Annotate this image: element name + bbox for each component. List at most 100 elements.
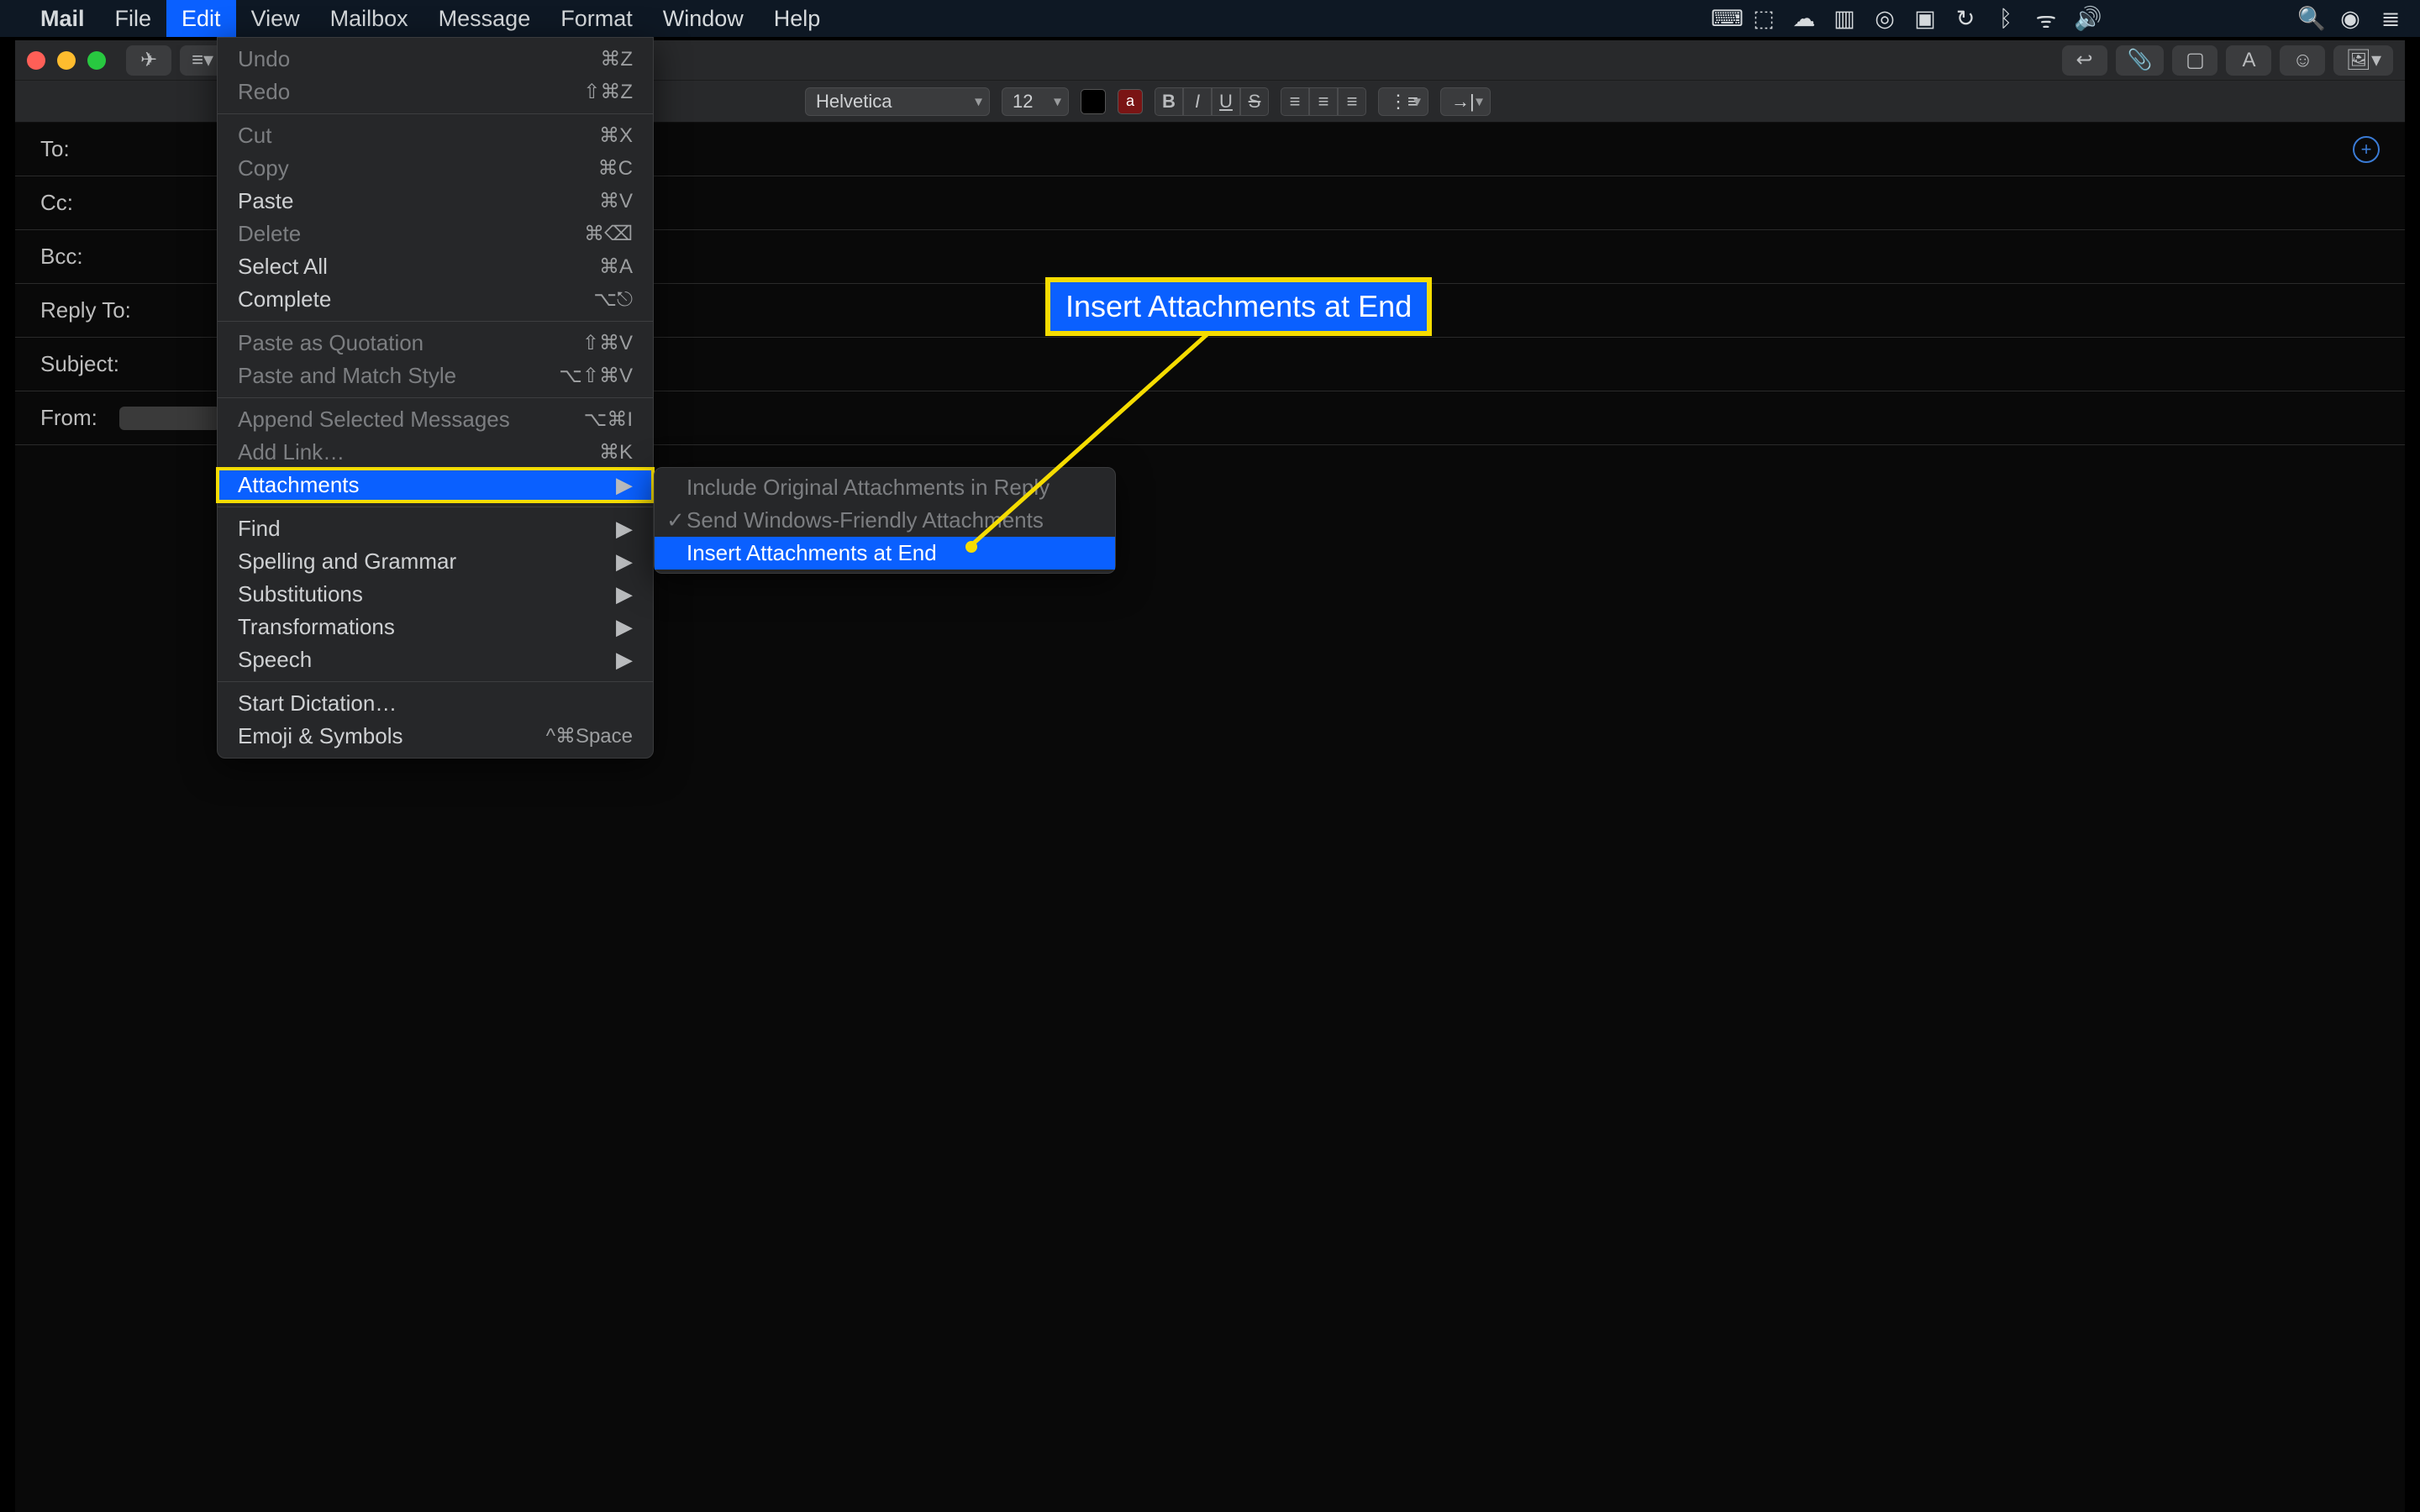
- menu-item-cut: Cut ⌘X: [218, 119, 653, 152]
- menu-item-shortcut: ⌥⇧⌘V: [559, 364, 633, 388]
- menu-item-label: Paste as Quotation: [238, 330, 424, 356]
- volume-icon[interactable]: 🔊: [2074, 5, 2099, 32]
- creative-cloud-icon[interactable]: ◎: [1872, 6, 1897, 32]
- menu-item-shortcut: ⇧⌘V: [582, 331, 633, 355]
- close-window-button[interactable]: [27, 51, 45, 70]
- photo-icon: ▢: [2186, 48, 2205, 72]
- menu-format[interactable]: Format: [545, 0, 648, 37]
- menu-item-label: Substitutions: [238, 581, 363, 607]
- align-left-button[interactable]: ≡: [1281, 87, 1309, 116]
- menu-item-select-all[interactable]: Select All⌘A: [218, 250, 653, 283]
- menu-window[interactable]: Window: [648, 0, 759, 37]
- menu-edit[interactable]: Edit: [166, 0, 236, 37]
- submenu-item-insert-attachments-at-end[interactable]: Insert Attachments at End: [655, 537, 1115, 570]
- keyboard-icon[interactable]: ⌨︎: [1711, 6, 1736, 32]
- submenu-arrow-icon: ▶: [616, 581, 633, 607]
- font-size-select[interactable]: 12: [1002, 87, 1069, 116]
- emoji-button[interactable]: ☺: [2280, 45, 2325, 76]
- menu-item-shortcut: ⌘⌫: [584, 222, 633, 246]
- menu-item-redo: Redo⇧⌘Z: [218, 76, 653, 108]
- reply-button[interactable]: ↩︎: [2062, 45, 2107, 76]
- callout-label-text: Insert Attachments at End: [1065, 289, 1412, 323]
- menu-item-undo: Undo⌘Z: [218, 43, 653, 76]
- font-size-value: 12: [1013, 91, 1033, 113]
- menu-item-speech[interactable]: Speech▶: [218, 643, 653, 676]
- time-machine-icon[interactable]: ↻: [1953, 6, 1978, 32]
- menu-item-label: Cut: [238, 123, 271, 149]
- menu-item-shortcut: ⌥⎋: [593, 287, 633, 312]
- checkmark-icon: ✓: [666, 507, 685, 533]
- edit-dropdown-menu: Undo⌘ZRedo⇧⌘ZCut⌘XCopy⌘CPaste⌘VDelete⌘⌫S…: [217, 37, 654, 759]
- send-button[interactable]: ✈︎: [126, 45, 171, 76]
- menu-item-copy: Copy⌘C: [218, 152, 653, 185]
- cloud-upload-icon[interactable]: ☁︎: [1791, 6, 1817, 32]
- display-icon[interactable]: ▥: [1832, 6, 1857, 32]
- insert-photo-button[interactable]: ▢: [2172, 45, 2217, 76]
- add-recipient-button[interactable]: +: [2353, 136, 2380, 163]
- menu-separator: [218, 321, 653, 322]
- dropbox-icon[interactable]: ⬚: [1751, 6, 1776, 32]
- menu-item-label: Start Dictation…: [238, 690, 397, 717]
- underline-button[interactable]: U: [1212, 87, 1240, 116]
- menu-item-attachments[interactable]: Attachments▶: [218, 469, 653, 501]
- bg-color-swatch[interactable]: a: [1118, 89, 1143, 114]
- menu-file[interactable]: File: [100, 0, 167, 37]
- italic-button[interactable]: I: [1183, 87, 1212, 116]
- indent-select[interactable]: →|: [1440, 87, 1491, 116]
- list-style-select[interactable]: ⋮≡: [1378, 87, 1428, 116]
- list-icon: ≡▾: [192, 48, 213, 72]
- callout-label-box: Insert Attachments at End: [1045, 277, 1432, 336]
- menu-item-transformations[interactable]: Transformations ▶: [218, 611, 653, 643]
- menu-mailbox[interactable]: Mailbox: [315, 0, 424, 37]
- app-menu-mail[interactable]: Mail: [25, 0, 100, 37]
- menu-item-shortcut: ⌘X: [599, 123, 633, 148]
- media-browser-button[interactable]: 🖼▾: [2333, 45, 2393, 76]
- bcc-label: Bcc:: [40, 244, 108, 270]
- submenu-item-include-original-attachments-in-reply: Include Original Attachments in Reply: [655, 471, 1115, 504]
- align-center-button[interactable]: ≡: [1309, 87, 1338, 116]
- menu-message[interactable]: Message: [424, 0, 546, 37]
- menu-help[interactable]: Help: [759, 0, 836, 37]
- airplay-icon[interactable]: ▣: [1912, 6, 1938, 32]
- zoom-window-button[interactable]: [87, 51, 106, 70]
- submenu-item-label: Insert Attachments at End: [687, 540, 937, 566]
- menu-item-label: Select All: [238, 254, 328, 280]
- submenu-arrow-icon: ▶: [616, 614, 633, 640]
- control-center-icon[interactable]: ≣: [2378, 6, 2403, 32]
- menu-item-complete[interactable]: Complete⌥⎋: [218, 283, 653, 316]
- menu-item-shortcut: ⌥⌘I: [584, 407, 633, 432]
- menu-item-shortcut: ⌘Z: [600, 47, 633, 71]
- bold-button[interactable]: B: [1155, 87, 1183, 116]
- menu-item-find[interactable]: Find▶: [218, 512, 653, 545]
- list-icon: ⋮≡: [1389, 91, 1418, 113]
- menu-item-label: Transformations: [238, 614, 395, 640]
- apple-menu[interactable]: [8, 0, 25, 37]
- bluetooth-icon[interactable]: ᛒ: [1993, 6, 2018, 32]
- menu-item-paste[interactable]: Paste⌘V: [218, 185, 653, 218]
- search-icon[interactable]: 🔍: [2297, 5, 2323, 32]
- strikethrough-button[interactable]: S: [1240, 87, 1269, 116]
- minimize-window-button[interactable]: [57, 51, 76, 70]
- menu-item-start-dictation[interactable]: Start Dictation…: [218, 687, 653, 720]
- submenu-arrow-icon: ▶: [616, 549, 633, 575]
- menu-bar: Mail File Edit View Mailbox Message Form…: [0, 0, 2420, 37]
- paper-plane-icon: ✈︎: [140, 48, 157, 72]
- wifi-icon[interactable]: ᯤ: [2033, 3, 2059, 34]
- font-family-value: Helvetica: [816, 91, 892, 113]
- menu-item-label: Speech: [238, 647, 312, 673]
- align-right-button[interactable]: ≡: [1338, 87, 1366, 116]
- text-color-swatch[interactable]: [1081, 89, 1106, 114]
- font-family-select[interactable]: Helvetica: [805, 87, 990, 116]
- menu-item-shortcut: ⇧⌘Z: [583, 80, 633, 104]
- menu-item-spelling-and-grammar[interactable]: Spelling and Grammar▶: [218, 545, 653, 578]
- align-group: ≡ ≡ ≡: [1281, 87, 1366, 116]
- format-button[interactable]: A: [2226, 45, 2271, 76]
- menu-item-emoji-symbols[interactable]: Emoji & Symbols^⌘Space: [218, 720, 653, 753]
- menu-view[interactable]: View: [236, 0, 315, 37]
- attach-button[interactable]: 📎: [2116, 45, 2165, 76]
- from-account-pill[interactable]: [119, 407, 220, 430]
- callout-endpoint-dot: [965, 541, 977, 553]
- align-center-icon: ≡: [1318, 91, 1329, 113]
- menu-item-substitutions[interactable]: Substitutions ▶: [218, 578, 653, 611]
- siri-icon[interactable]: ◉: [2338, 6, 2363, 32]
